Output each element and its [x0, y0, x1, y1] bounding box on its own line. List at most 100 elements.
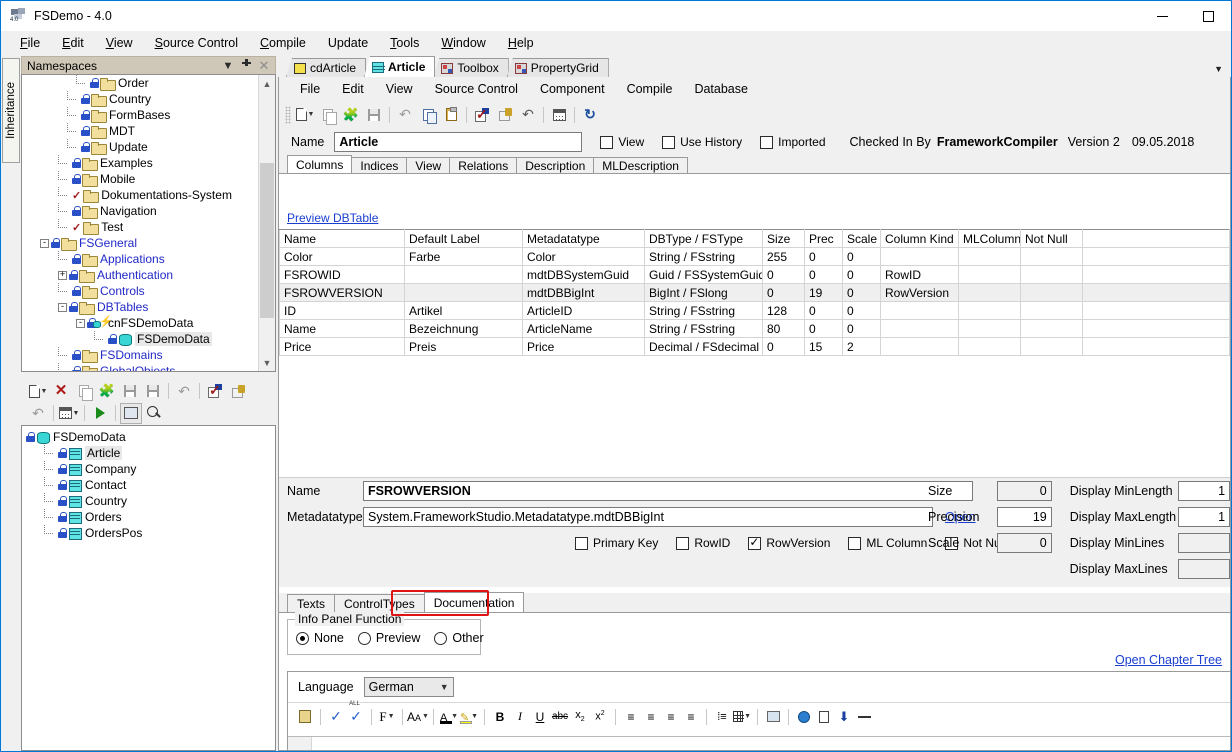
namespaces-tree-scrollbar[interactable]: ▲ ▼ [258, 75, 275, 371]
database-tree-item[interactable]: Orders [22, 509, 275, 525]
table-cell[interactable]: FSROWID [279, 265, 405, 284]
table-cell[interactable]: 255 [762, 247, 805, 266]
imported-checkbox[interactable]: Imported [760, 135, 826, 149]
table-cell[interactable] [880, 337, 959, 356]
menu-item-source-control[interactable]: Source Control [144, 33, 249, 53]
namespace-tree-item[interactable]: - ⚡ cnFSDemoData [22, 315, 258, 331]
table-cell[interactable] [1020, 247, 1083, 266]
view-checkbox[interactable]: View [600, 135, 644, 149]
editor-menu-compile[interactable]: Compile [616, 80, 684, 98]
editor-menu-file[interactable]: File [289, 80, 331, 98]
close-icon[interactable]: ✕ [255, 58, 273, 74]
new-document-icon[interactable]: ▼ [294, 104, 316, 125]
table-icon[interactable]: ▼ [733, 707, 751, 727]
grid-column-header[interactable]: Metadatatype [522, 229, 645, 248]
delete-icon[interactable]: ✕ [50, 381, 72, 402]
copy-icon[interactable] [73, 381, 95, 402]
new-document-icon[interactable]: ▼ [27, 381, 49, 402]
database-tree-item[interactable]: Company [22, 461, 275, 477]
grid-column-header[interactable]: Size [762, 229, 805, 248]
scrollbar-thumb[interactable] [260, 163, 274, 318]
spellcheck-all-icon[interactable]: ✓ ALL [347, 701, 365, 727]
grid-column-header[interactable]: Column Kind [880, 229, 959, 248]
undo-arrow-icon[interactable]: ↶ [27, 403, 49, 424]
table-cell[interactable]: 0 [804, 319, 843, 338]
image-icon[interactable] [764, 707, 782, 727]
minimize-button[interactable] [1139, 1, 1185, 31]
use-history-checkbox[interactable]: Use History [662, 135, 742, 149]
run-icon[interactable] [89, 403, 111, 424]
calendar-icon[interactable]: ▼ [58, 403, 80, 424]
superscript-icon[interactable]: x2 [591, 707, 609, 727]
table-cell[interactable]: Name [279, 319, 405, 338]
detail-display-maxlength-input[interactable]: 1 [1178, 507, 1231, 527]
calendar-icon[interactable] [548, 104, 570, 125]
table-row[interactable]: Color Farbe Color String / FSstring 255 0 0 [279, 247, 1230, 266]
detail-display-minlines-input[interactable] [1178, 533, 1231, 553]
namespace-tree-item[interactable]: Order [22, 75, 258, 91]
table-cell[interactable] [1020, 301, 1083, 320]
namespace-tree-item[interactable]: FSDomains [22, 347, 258, 363]
tab-view[interactable]: View [406, 157, 451, 173]
table-cell[interactable]: Preis [404, 337, 523, 356]
table-cell[interactable]: String / FSstring [644, 301, 763, 320]
collapse-icon[interactable]: - [40, 237, 49, 248]
highlight-color-icon[interactable]: ✎ ▼ [460, 707, 478, 727]
table-cell[interactable]: FSROWVERSION [279, 283, 405, 302]
namespace-tree-item[interactable]: Country [22, 91, 258, 107]
table-cell[interactable]: Artikel [404, 301, 523, 320]
namespace-tree-item[interactable]: ✓ Test [22, 219, 258, 235]
tab-indices[interactable]: Indices [351, 157, 408, 173]
table-cell[interactable]: 128 [762, 301, 805, 320]
grid-column-header[interactable]: Prec [804, 229, 843, 248]
scroll-up-icon[interactable]: ▲ [259, 75, 275, 92]
paste-icon[interactable] [440, 104, 462, 125]
check-in-icon[interactable]: ✓ [204, 381, 226, 402]
detail-size-input[interactable]: 0 [997, 481, 1052, 501]
tab-cdarticle[interactable]: cdArticle [286, 58, 367, 77]
detail-precision-input[interactable]: 19 [997, 507, 1052, 527]
refresh-icon[interactable]: ↻ [579, 104, 601, 125]
table-cell[interactable] [958, 337, 1021, 356]
editor-menu-component[interactable]: Component [529, 80, 616, 98]
plugin-icon[interactable]: 🧩 [340, 104, 362, 125]
check-in-icon[interactable]: ✓ [471, 104, 493, 125]
namespace-tree-item[interactable]: MDT [22, 123, 258, 139]
check-out-icon[interactable] [227, 381, 249, 402]
editor-menu-database[interactable]: Database [683, 80, 759, 98]
database-tree-item[interactable]: FSDemoData [22, 429, 275, 445]
table-cell[interactable]: Bezeichnung [404, 319, 523, 338]
tab-description[interactable]: Description [516, 157, 595, 173]
bullet-list-icon[interactable]: ⁞≡ [713, 707, 731, 727]
namespaces-tree[interactable]: Order Country FormBases MDT Update Examples Mo… [21, 74, 276, 372]
table-cell[interactable]: Color [279, 247, 405, 266]
table-cell[interactable]: Guid / FSSystemGuid [644, 265, 763, 284]
namespace-tree-item[interactable]: - FSGeneral [22, 235, 258, 251]
grid-column-header[interactable]: Default Label [404, 229, 523, 248]
table-cell[interactable]: 0 [804, 301, 843, 320]
undo-icon[interactable]: ↶ [394, 104, 416, 125]
plugin-icon[interactable]: 🧩 [96, 381, 118, 402]
table-cell[interactable]: 15 [804, 337, 843, 356]
table-row[interactable]: FSROWID mdtDBSystemGuid Guid / FSSystemGui… [279, 265, 1230, 284]
table-cell[interactable]: 0 [842, 247, 881, 266]
menu-item-compile[interactable]: Compile [249, 33, 317, 53]
table-cell[interactable]: Farbe [404, 247, 523, 266]
namespace-tree-item[interactable]: FSDemoData [22, 331, 258, 347]
undo-icon[interactable]: ↶ [173, 381, 195, 402]
table-cell[interactable]: BigInt / FSlong [644, 283, 763, 302]
menu-item-help[interactable]: Help [497, 33, 545, 53]
table-row[interactable]: Price Preis Price Decimal / FSdecimal 0 15 2 [279, 337, 1230, 356]
expand-icon[interactable]: + [58, 269, 67, 280]
menu-item-file[interactable]: File [9, 33, 51, 53]
align-left-icon[interactable]: ≡ [622, 707, 640, 727]
italic-icon[interactable]: I [511, 707, 529, 727]
tab-toolbox[interactable]: Toolbox [433, 58, 509, 77]
chevron-down-icon[interactable]: ▼ [219, 60, 237, 72]
tab-mldescription[interactable]: MLDescription [593, 157, 688, 173]
align-justify-icon[interactable]: ≡ [682, 707, 700, 727]
table-row[interactable]: Name Bezeichnung ArticleName String / FSstr… [279, 319, 1230, 338]
columns-grid[interactable]: Name Default Label Metadatatype DBType / FS… [279, 229, 1230, 356]
editor-menu-view[interactable]: View [375, 80, 424, 98]
menu-item-view[interactable]: View [95, 33, 144, 53]
